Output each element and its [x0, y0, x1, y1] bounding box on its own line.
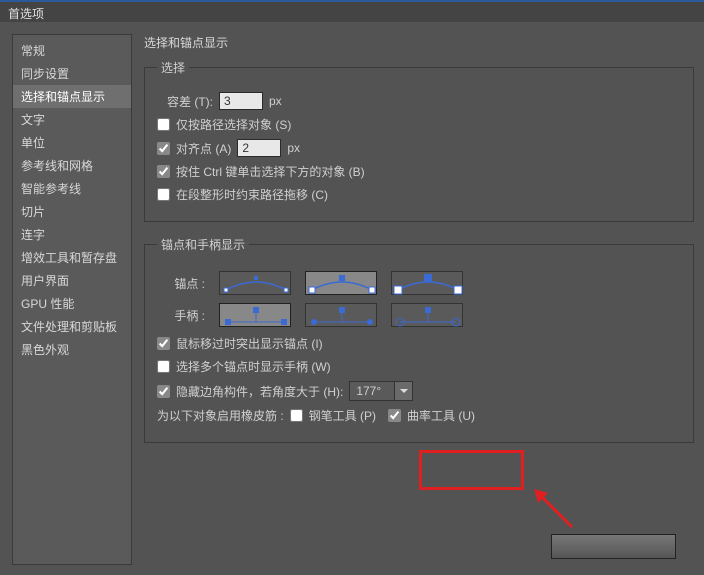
- dialog-body: 常规同步设置选择和锚点显示文字单位参考线和网格智能参考线切片连字增效工具和暂存盘…: [0, 22, 704, 575]
- tolerance-input[interactable]: [219, 92, 263, 110]
- sidebar-item-7[interactable]: 切片: [13, 200, 131, 223]
- sidebar-item-11[interactable]: GPU 性能: [13, 292, 131, 315]
- cb-hide-corner-label: 隐藏边角构件，若角度大于 (H):: [176, 383, 343, 400]
- window-title-bar: 首选项: [0, 0, 704, 22]
- cb-curv-tool[interactable]: [388, 409, 401, 422]
- cb-highlight[interactable]: [157, 337, 170, 350]
- cb-pen-tool[interactable]: [290, 409, 303, 422]
- anchor-style-3[interactable]: [391, 271, 463, 295]
- sidebar-item-13[interactable]: 黑色外观: [13, 338, 131, 361]
- sidebar-item-0[interactable]: 常规: [13, 39, 131, 62]
- sidebar-item-2[interactable]: 选择和锚点显示: [13, 85, 131, 108]
- sidebar-item-9[interactable]: 增效工具和暂存盘: [13, 246, 131, 269]
- handle-style-2[interactable]: [305, 303, 377, 327]
- cb-constrain[interactable]: [157, 188, 170, 201]
- sidebar-item-3[interactable]: 文字: [13, 108, 131, 131]
- cb-constrain-label: 在段整形时约束路径拖移 (C): [176, 186, 328, 203]
- anchor-group: 锚点和手柄显示 锚点 : 手柄 :: [144, 236, 694, 443]
- snap-unit: px: [287, 141, 300, 155]
- anchor-style-1[interactable]: [219, 271, 291, 295]
- anchor-style-2[interactable]: [305, 271, 377, 295]
- sidebar: 常规同步设置选择和锚点显示文字单位参考线和网格智能参考线切片连字增效工具和暂存盘…: [12, 34, 132, 565]
- handle-style-1[interactable]: [219, 303, 291, 327]
- sidebar-item-8[interactable]: 连字: [13, 223, 131, 246]
- select-group: 选择 容差 (T): px 仅按路径选择对象 (S) 对齐点 (A) px 按住…: [144, 59, 694, 222]
- select-legend: 选择: [157, 59, 189, 76]
- cb-path-only[interactable]: [157, 118, 170, 131]
- cb-multi-handles-label: 选择多个锚点时显示手柄 (W): [176, 358, 331, 375]
- cb-ctrl-under-label: 按住 Ctrl 键单击选择下方的对象 (B): [176, 163, 365, 180]
- sidebar-item-1[interactable]: 同步设置: [13, 62, 131, 85]
- cb-multi-handles[interactable]: [157, 360, 170, 373]
- sidebar-item-6[interactable]: 智能参考线: [13, 177, 131, 200]
- chevron-down-icon[interactable]: [394, 382, 412, 400]
- cb-hide-corner[interactable]: [157, 385, 170, 398]
- handles-row-label: 手柄 :: [157, 307, 205, 324]
- sidebar-item-4[interactable]: 单位: [13, 131, 131, 154]
- cb-snap-label: 对齐点 (A): [176, 140, 231, 157]
- sidebar-item-10[interactable]: 用户界面: [13, 269, 131, 292]
- annotation-arrow-icon: [534, 489, 574, 529]
- cb-path-only-label: 仅按路径选择对象 (S): [176, 116, 291, 133]
- tolerance-label: 容差 (T):: [167, 93, 213, 110]
- cb-ctrl-under[interactable]: [157, 165, 170, 178]
- cb-curv-label: 曲率工具 (U): [407, 407, 475, 424]
- dialog-button[interactable]: [551, 534, 676, 559]
- anchors-row-label: 锚点 :: [157, 275, 205, 292]
- rubber-label: 为以下对象启用橡皮筋 :: [157, 407, 284, 424]
- page-title: 选择和锚点显示: [144, 34, 694, 51]
- snap-input[interactable]: [237, 139, 281, 157]
- annotation-highlight-box: [419, 450, 524, 490]
- tolerance-unit: px: [269, 94, 282, 108]
- sidebar-item-12[interactable]: 文件处理和剪贴板: [13, 315, 131, 338]
- angle-combo[interactable]: 177°: [349, 381, 413, 401]
- content-pane: 选择和锚点显示 选择 容差 (T): px 仅按路径选择对象 (S) 对齐点 (…: [144, 34, 694, 565]
- sidebar-item-5[interactable]: 参考线和网格: [13, 154, 131, 177]
- cb-snap[interactable]: [157, 142, 170, 155]
- anchor-legend: 锚点和手柄显示: [157, 236, 249, 253]
- cb-pen-label: 钢笔工具 (P): [309, 407, 376, 424]
- cb-highlight-label: 鼠标移过时突出显示锚点 (I): [176, 335, 323, 352]
- window-title: 首选项: [8, 7, 44, 21]
- angle-value: 177°: [350, 384, 394, 398]
- handle-style-3[interactable]: [391, 303, 463, 327]
